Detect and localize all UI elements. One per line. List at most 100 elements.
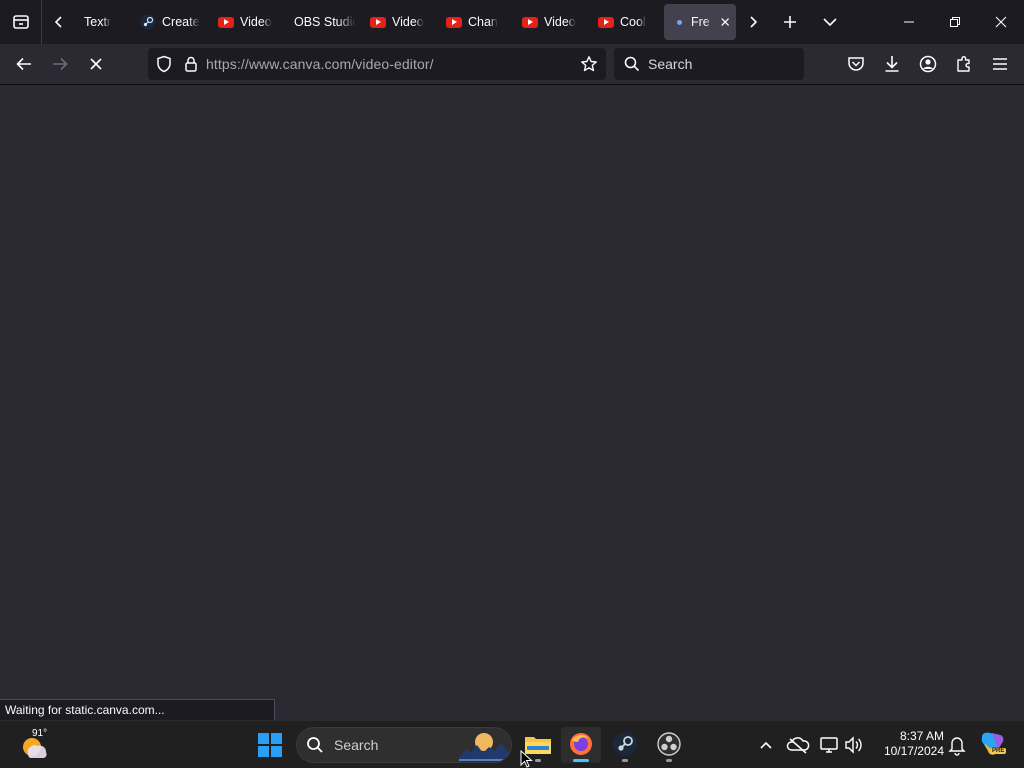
extensions-button[interactable] [946, 48, 982, 80]
page-content-area [0, 85, 1024, 720]
restore-icon [950, 17, 960, 27]
steam-icon [140, 14, 156, 30]
app-menu-button[interactable] [982, 48, 1018, 80]
tab-list: Textr Create Video OBS Studio Video Chan… [76, 0, 736, 44]
windows-taskbar: 91° Search 8:37 AM 10/17/2024 PRE [0, 720, 1024, 768]
stop-icon [90, 58, 102, 70]
copilot-pre-badge: PRE [990, 748, 1007, 754]
downloads-button[interactable] [874, 48, 910, 80]
youtube-icon [522, 16, 538, 28]
tab-video-1[interactable]: Video [210, 4, 286, 40]
clock-time: 8:37 AM [899, 729, 944, 743]
minimize-icon [904, 21, 914, 23]
taskbar-clock[interactable]: 8:37 AM 10/17/2024 [872, 729, 944, 759]
search-highlight-landscape-icon [459, 733, 509, 761]
new-tab-button[interactable] [770, 0, 810, 44]
address-bar[interactable]: https://www.canva.com/video-editor/ [148, 48, 606, 80]
active-indicator [573, 759, 589, 762]
tab-label: Video [544, 15, 576, 29]
status-panel: Waiting for static.canva.com... [0, 699, 275, 720]
pocket-icon [848, 57, 864, 71]
running-indicator [666, 759, 672, 762]
tab-create[interactable]: Create [132, 4, 210, 40]
url-host: https://www.canva.com [206, 56, 352, 72]
tab-label: Fre [691, 15, 710, 29]
mouse-pointer-icon [520, 750, 533, 768]
volume-icon[interactable] [840, 731, 868, 759]
navigation-toolbar: https://www.canva.com/video-editor/ Sear… [0, 44, 1024, 85]
running-indicator [622, 759, 628, 762]
tab-chan[interactable]: Chan [438, 4, 514, 40]
tab-label: Chan [468, 15, 498, 29]
arrow-left-icon [16, 57, 31, 71]
onedrive-offline-icon[interactable] [784, 731, 812, 759]
tracking-protection-shield-icon[interactable] [156, 55, 172, 73]
plus-icon [784, 16, 796, 28]
obs-taskbar-button[interactable] [649, 727, 689, 763]
tab-label: Cool [620, 15, 646, 29]
steam-icon [613, 732, 637, 756]
youtube-icon [446, 16, 462, 28]
chevron-up-icon[interactable] [752, 731, 780, 759]
tab-obs-studio[interactable]: OBS Studio [286, 4, 362, 40]
puzzle-icon [957, 56, 970, 72]
stop-loading-button[interactable] [78, 48, 114, 80]
chevron-left-icon [54, 16, 62, 28]
taskbar-search-box[interactable]: Search [296, 727, 512, 763]
toolbar-actions [838, 48, 1018, 80]
search-placeholder: Search [648, 56, 693, 72]
tab-cool[interactable]: Cool [590, 4, 660, 40]
tab-textr[interactable]: Textr [76, 4, 128, 40]
minimize-button[interactable] [886, 0, 932, 44]
bookmark-star-icon[interactable] [580, 55, 598, 73]
back-button[interactable] [6, 48, 42, 80]
tab-active-fre[interactable]: Fre [664, 4, 736, 40]
notification-bell-icon[interactable] [943, 731, 971, 759]
lock-icon[interactable] [184, 56, 198, 72]
search-icon [307, 737, 323, 753]
copilot-button[interactable]: PRE [978, 729, 1008, 761]
tab-scroll-right-button[interactable] [736, 0, 770, 44]
tab-label: Textr [84, 15, 112, 29]
tab-scroll-left-button[interactable] [42, 0, 76, 44]
taskbar-search-placeholder: Search [334, 737, 379, 753]
youtube-icon [218, 16, 234, 28]
search-bar[interactable]: Search [614, 48, 804, 80]
tab-video-2[interactable]: Video [362, 4, 438, 40]
account-button[interactable] [910, 48, 946, 80]
tab-video-3[interactable]: Video [514, 4, 590, 40]
youtube-icon [370, 16, 386, 28]
tab-label: Create [162, 15, 200, 29]
weather-temperature: 91° [32, 728, 48, 739]
search-icon [624, 56, 640, 72]
network-icon[interactable] [815, 731, 843, 759]
tab-label: OBS Studio [294, 15, 356, 29]
firefox-view-icon [12, 15, 29, 29]
pocket-button[interactable] [838, 48, 874, 80]
close-tab-icon[interactable] [720, 16, 730, 28]
close-window-button[interactable] [978, 0, 1024, 44]
firefox-taskbar-button[interactable] [561, 727, 601, 763]
close-icon [995, 16, 1007, 28]
steam-taskbar-button[interactable] [605, 727, 645, 763]
download-icon [885, 56, 899, 72]
tab-label: Video [240, 15, 272, 29]
arrow-right-icon [53, 57, 68, 71]
restore-button[interactable] [932, 0, 978, 44]
window-controls [886, 0, 1024, 44]
forward-button[interactable] [42, 48, 78, 80]
hamburger-menu-icon [993, 58, 1007, 70]
loading-dot-icon [677, 19, 682, 25]
windows-start-icon[interactable] [254, 729, 286, 761]
tab-label: Video [392, 15, 424, 29]
account-icon [919, 55, 937, 73]
running-indicator [535, 759, 541, 762]
clock-date: 10/17/2024 [883, 744, 944, 758]
chevron-down-icon [823, 18, 837, 27]
url-text[interactable]: https://www.canva.com/video-editor/ [206, 56, 434, 72]
firefox-view-button[interactable] [0, 0, 42, 44]
tab-strip: Textr Create Video OBS Studio Video Chan… [0, 0, 1024, 44]
youtube-icon [598, 16, 614, 28]
list-all-tabs-button[interactable] [810, 0, 850, 44]
firefox-icon [570, 733, 592, 755]
